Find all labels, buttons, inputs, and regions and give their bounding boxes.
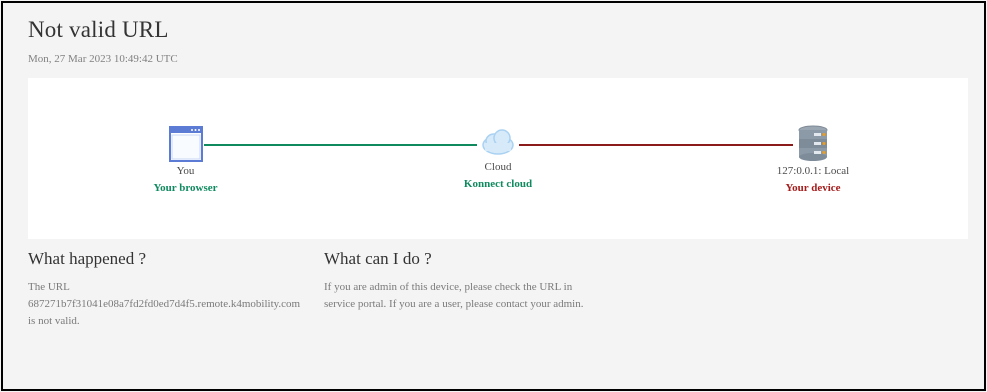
browser-cloud-connection-line (204, 144, 477, 146)
what-happened-text: The URL 687271b7f31041e08a7fd2fd0ed7d4f5… (28, 279, 303, 330)
cloud-node: Cloud Konnect cloud (448, 128, 548, 190)
browser-window-icon (168, 126, 203, 162)
device-node: 127:0.0.1: Local Your device (763, 124, 863, 194)
cloud-icon (482, 129, 514, 155)
timestamp: Mon, 27 Mar 2023 10:49:42 UTC (28, 53, 178, 65)
cloud-node-label: Konnect cloud (463, 178, 533, 190)
what-can-i-do-heading: What can I do ? (324, 249, 432, 268)
device-node-name: 127:0.0.1: Local (776, 165, 850, 177)
device-node-label: Your device (785, 182, 841, 194)
error-page: Not valid URL Mon, 27 Mar 2023 10:49:42 … (1, 1, 986, 391)
what-can-i-do-line: If you are admin of this device, please … (324, 281, 573, 293)
database-server-icon (798, 125, 828, 161)
what-happened-line: is not valid. (28, 315, 80, 327)
cloud-device-connection-line (519, 144, 793, 146)
page-title: Not valid URL (28, 17, 169, 42)
browser-node-label: Your browser (153, 182, 218, 194)
what-happened-heading: What happened ? (28, 249, 146, 268)
browser-node: You Your browser (138, 126, 233, 194)
what-happened-line: The URL (28, 281, 70, 293)
browser-node-name: You (176, 165, 195, 177)
what-happened-url: 687271b7f31041e08a7fd2fd0ed7d4f5.remote.… (28, 298, 301, 310)
what-can-i-do-text: If you are admin of this device, please … (324, 279, 594, 313)
what-can-i-do-line: service portal. If you are a user, pleas… (324, 298, 584, 310)
cloud-node-name: Cloud (484, 161, 512, 173)
connection-diagram: You Your browser Cloud Konnect cloud 127… (28, 78, 968, 239)
